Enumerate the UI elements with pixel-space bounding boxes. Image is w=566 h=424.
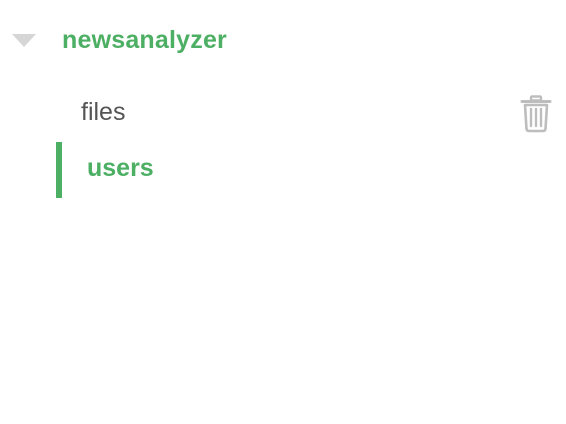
collection-item-files[interactable]: files [0,86,566,142]
database-row[interactable]: newsanalyzer [0,18,566,62]
trash-icon[interactable] [519,95,553,133]
selection-indicator [56,142,62,198]
collection-label[interactable]: users [87,154,154,183]
caret-down-icon[interactable] [12,34,36,47]
collection-tree: newsanalyzer files users [0,0,566,424]
collection-item-users[interactable]: users [0,142,566,198]
database-name[interactable]: newsanalyzer [62,26,227,55]
collection-label[interactable]: files [81,98,125,127]
